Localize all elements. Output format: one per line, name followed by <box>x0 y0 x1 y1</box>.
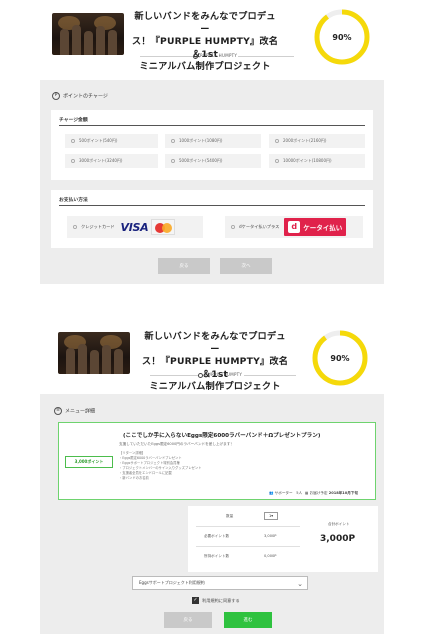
menu-next-button[interactable]: 進む <box>224 612 272 628</box>
menu-title: (ここでしか手に入らないEggs限定6000ラバーバンド＋Ωプレゼントプラン) <box>123 433 321 439</box>
payment-d-carrier[interactable]: dケータイ払いプラス d ケータイ払い <box>225 216 363 238</box>
radio-icon <box>73 225 77 229</box>
radio-icon <box>71 159 75 163</box>
total-points-value: 3,000P <box>320 534 356 544</box>
payment-method-box: お支払い方法 クレジットカード VISA dケータイ払いプラス d ケータイ払い <box>51 190 373 248</box>
held-points-value: 0,000P <box>264 554 277 558</box>
progress-percent: 90% <box>330 353 350 363</box>
menu-back-button[interactable]: 戻る <box>164 612 212 628</box>
radio-icon <box>231 225 235 229</box>
project-header-top: 新しいバンドをみんなでプロデュー ス！『PURPLE HUMPTY』改名＆1st… <box>0 0 424 72</box>
mastercard-logo-icon <box>151 219 176 235</box>
menu-rewards-list: 【リターン詳細】 ・Eggs限定6000ラバーバンドプレゼント ・Eggsサポー… <box>119 451 202 480</box>
project-title: 新しいバンドをみんなでプロデュー ス！『PURPLE HUMPTY』改名＆1st… <box>131 11 279 72</box>
progress-percent: 90% <box>332 32 352 42</box>
project-header-bottom: 新しいバンドをみんなでプロデュー ス！『PURPLE HUMPTY』改名＆1st… <box>0 318 424 392</box>
visa-logo-icon: VISA <box>120 220 149 234</box>
charge-option[interactable]: 500ポイント(540円) <box>65 134 158 148</box>
charge-amount-heading: チャージ金額 <box>59 118 88 123</box>
points-calculator: 数量 1 ▾ 必要ポイント数 3,000P 所持ポイント数 0,000P 合計ポ… <box>188 506 378 572</box>
menu-detail-card: (ここでしか手に入らないEggs限定6000ラバーバンド＋Ωプレゼントプラン) … <box>58 422 376 500</box>
brand-label: PURPLE HUMPTY <box>193 53 237 59</box>
project-thumbnail <box>58 332 130 374</box>
radio-icon <box>275 139 279 143</box>
charge-next-button[interactable]: 次へ <box>220 258 272 274</box>
chevron-down-icon: ⌄ <box>297 580 303 588</box>
charge-option[interactable]: 2000ポイント(2160円) <box>269 134 365 148</box>
menu-description: 支援していただいたEggs限定6000円のラバーバンドを差し上げます！ <box>119 442 234 446</box>
charge-amount-box: チャージ金額 500ポイント(540円) 1000ポイント(1080円) 200… <box>51 110 373 180</box>
agree-terms-checkbox[interactable]: ✓ 利用規約に同意する <box>192 597 240 604</box>
progress-ring: 90% <box>314 9 370 65</box>
terms-dropdown[interactable]: Eggsサポートプロジェクト利用規約 ⌄ <box>132 576 308 590</box>
radio-icon <box>171 159 175 163</box>
menu-section-label: ≡ メニュー詳細 <box>54 407 95 415</box>
people-icon: 👥 <box>269 491 274 495</box>
menu-circle-icon: ≡ <box>54 407 62 415</box>
charge-option[interactable]: 3000ポイント(3240円) <box>65 154 158 168</box>
calendar-icon: ▦ <box>305 491 309 495</box>
delivery-info: ▦ お届け予定 2018年10月下旬 <box>305 491 359 495</box>
charge-option[interactable]: 10000ポイント(10800円) <box>269 154 365 168</box>
p-circle-icon: P <box>52 92 60 100</box>
brand-label: PURPLE HUMPTY <box>198 372 242 378</box>
charge-option[interactable]: 5000ポイント(5400円) <box>165 154 261 168</box>
charge-option[interactable]: 1000ポイント(1080円) <box>165 134 261 148</box>
charge-section-label: P ポイントのチャージ <box>52 92 108 100</box>
qty-select[interactable]: 1 ▾ <box>264 512 278 520</box>
held-points-label: 所持ポイント数 <box>204 554 230 558</box>
menu-panel: ≡ メニュー詳細 (ここでしか手に入らないEggs限定6000ラバーバンド＋Ωプレ… <box>40 394 384 634</box>
qty-label: 数量 <box>226 514 234 518</box>
charge-panel: P ポイントのチャージ チャージ金額 500ポイント(540円) 1000ポイント… <box>40 80 384 284</box>
project-title: 新しいバンドをみんなでプロデュー ス！『PURPLE HUMPTY』改名＆1st… <box>141 331 289 392</box>
progress-ring: 90% <box>312 330 368 386</box>
d-carrier-logo-icon: d ケータイ払い <box>284 218 347 236</box>
radio-icon <box>171 139 175 143</box>
project-thumbnail <box>52 13 124 55</box>
required-points-value: 3,000P <box>264 534 277 538</box>
supporters-count: 👥 サポーター 5人 <box>269 491 303 495</box>
total-points-label: 合計ポイント <box>328 522 350 526</box>
menu-price-label: 3,000ポイント <box>65 456 113 468</box>
radio-icon <box>275 159 279 163</box>
radio-icon <box>71 139 75 143</box>
required-points-label: 必要ポイント数 <box>204 534 230 538</box>
checkbox-checked-icon: ✓ <box>192 597 199 604</box>
payment-heading: お支払い方法 <box>59 198 88 203</box>
payment-credit-card[interactable]: クレジットカード VISA <box>67 216 203 238</box>
charge-back-button[interactable]: 戻る <box>158 258 210 274</box>
